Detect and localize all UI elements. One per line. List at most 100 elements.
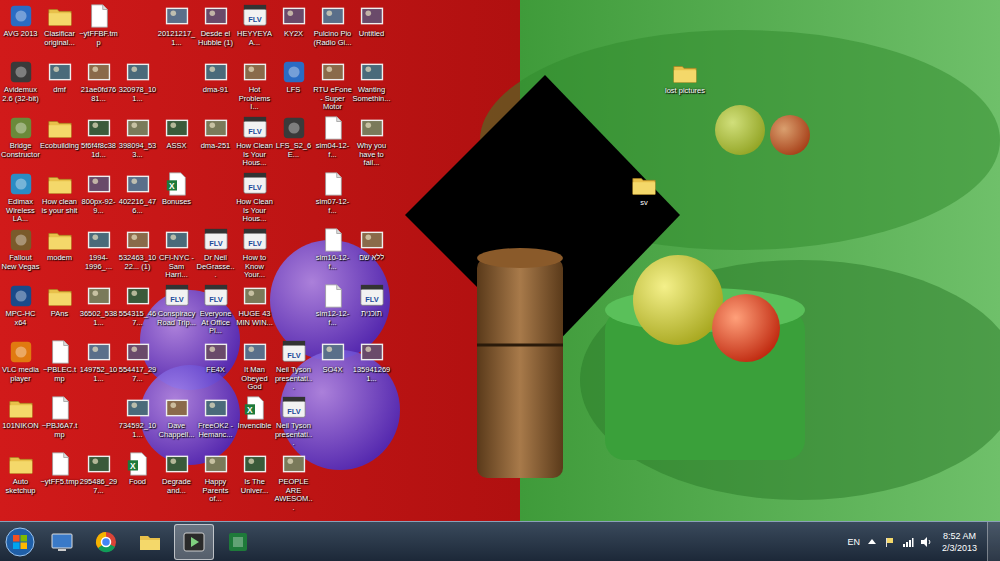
desktop-icon[interactable]: FLVNeil Tyson presentati... <box>274 339 313 395</box>
desktop-icon[interactable]: sim07-12-f... <box>313 171 352 227</box>
desktop-icon[interactable]: RTU eFone - Super Motor <box>313 59 352 115</box>
taskbar-button[interactable] <box>218 524 258 560</box>
desktop-icon[interactable]: ~ytFFBF.tmp <box>79 3 118 59</box>
desktop-icon[interactable]: sim12-12-f... <box>313 283 352 339</box>
desktop-icon[interactable]: ללא שם <box>352 227 391 283</box>
desktop-icon[interactable]: 554417_297... <box>118 339 157 395</box>
sheet-icon: X <box>164 171 190 197</box>
desktop-icon[interactable]: 101NIKON <box>1 395 40 451</box>
desktop-icon[interactable]: VLC media player <box>1 339 40 395</box>
desktop-icon[interactable]: Is The Univer... <box>235 451 274 507</box>
explorer-icon <box>49 529 75 555</box>
arrow-up-icon[interactable] <box>866 536 878 548</box>
desktop-icon[interactable]: FLVHEYYEYAA... <box>235 3 274 59</box>
taskbar-button[interactable] <box>130 524 170 560</box>
network-icon[interactable] <box>902 536 914 548</box>
desktop-icon[interactable]: Clasificar original... <box>40 3 79 59</box>
icon-label: dma-91 <box>196 86 235 95</box>
desktop-icon[interactable]: dma-91 <box>196 59 235 115</box>
volume-icon[interactable] <box>920 536 932 548</box>
desktop-icon[interactable]: 149752_101... <box>79 339 118 395</box>
desktop-icon[interactable]: Edimax Wireless LA... <box>1 171 40 227</box>
desktop-icon[interactable]: FLVHow Clean Is Your Hous... <box>235 171 274 227</box>
desktop-icon[interactable]: How clean is your shit <box>40 171 79 227</box>
icon-label: 21ae0fd7681... <box>79 86 118 103</box>
desktop-icon[interactable]: ASSX <box>157 115 196 171</box>
desktop-icon[interactable]: Degrade and... <box>157 451 196 507</box>
desktop-icon[interactable]: ~PBLEC.tmp <box>40 339 79 395</box>
desktop-icon[interactable]: dmf <box>40 59 79 115</box>
desktop-icon[interactable]: 800px-92-9... <box>79 171 118 227</box>
desktop-icon[interactable]: CFI-NYC - Sam Harri... <box>157 227 196 283</box>
desktop-icon[interactable]: Fallout New Vegas <box>1 227 40 283</box>
desktop-icon[interactable]: sim04-12-f... <box>313 115 352 171</box>
desktop-icon[interactable]: XBonuses <box>157 171 196 227</box>
desktop-icon[interactable]: Bridge Constructor <box>1 115 40 171</box>
desktop-icon[interactable]: PEOPLE ARE AWESOM... <box>274 451 313 507</box>
language-indicator[interactable]: EN <box>847 537 860 547</box>
desktop-icon[interactable]: LFS <box>274 59 313 115</box>
desktop-icon[interactable]: Pulcino Pio (Radio Gi... <box>313 3 352 59</box>
desktop-icon[interactable]: 554315_467... <box>118 283 157 339</box>
desktop-icon[interactable]: 20121217_1... <box>157 3 196 59</box>
desktop-icon[interactable]: lost pictures <box>663 60 707 96</box>
desktop-icon[interactable]: KY2X <box>274 3 313 59</box>
taskbar-button[interactable] <box>86 524 126 560</box>
desktop-icon[interactable]: FLVConspiracy Road Trip... <box>157 283 196 339</box>
desktop-icon[interactable]: Untitled <box>352 3 391 59</box>
desktop-icon[interactable]: 295486_297... <box>79 451 118 507</box>
flag-icon[interactable] <box>884 536 896 548</box>
desktop-icon[interactable]: Avidemux 2.6 (32-bit) <box>1 59 40 115</box>
desktop-icon[interactable]: FLVHow Clean Is Your Hous... <box>235 115 274 171</box>
desktop-icon[interactable]: Dave Chappell... <box>157 395 196 451</box>
desktop-icon[interactable]: ~ytFF5.tmp <box>40 451 79 507</box>
desktop-icon[interactable]: LFS_S2_6E... <box>274 115 313 171</box>
desktop-icon[interactable]: 402216_476... <box>118 171 157 227</box>
taskbar-button[interactable] <box>42 524 82 560</box>
desktop-icon[interactable]: 532463_1022... (1) <box>118 227 157 283</box>
desktop-icon[interactable]: SO4X <box>313 339 352 395</box>
taskbar-button[interactable] <box>174 524 214 560</box>
desktop-icon[interactable]: It Man Obeyed God <box>235 339 274 395</box>
desktop-icon[interactable]: FreeOK2 - Hemanc... <box>196 395 235 451</box>
desktop-icon[interactable]: sim10-12-f... <box>313 227 352 283</box>
desktop-icon[interactable]: FLVDr Neil DeGrasse... <box>196 227 235 283</box>
desktop-icon[interactable]: HUGE 43 MIN WIN... <box>235 283 274 339</box>
clock[interactable]: 8:52 AM2/3/2013 <box>938 530 981 554</box>
desktop-icon[interactable]: 1994-1996_... <box>79 227 118 283</box>
desktop-icon[interactable]: 21ae0fd7681... <box>79 59 118 115</box>
desktop-icon[interactable]: FLVHow to Know Your... <box>235 227 274 283</box>
desktop-icon[interactable]: 36502_5381... <box>79 283 118 339</box>
desktop-icon[interactable]: FLVתוכנית <box>352 283 391 339</box>
desktop-icon[interactable]: Happy Parents of... <box>196 451 235 507</box>
desktop-icon[interactable]: FE4X <box>196 339 235 395</box>
desktop-icon[interactable]: XInvencible <box>235 395 274 451</box>
desktop-icon[interactable]: ~PBJ6A7.tmp <box>40 395 79 451</box>
desktop-icon[interactable]: Auto sketchup <box>1 451 40 507</box>
show-desktop-button[interactable] <box>987 522 1000 561</box>
desktop-icon[interactable]: 5f6f4f8c381d... <box>79 115 118 171</box>
start-button[interactable] <box>2 523 38 561</box>
desktop-icon[interactable]: Wanting Somethin... <box>352 59 391 115</box>
media-icon <box>181 529 207 555</box>
desktop-icon[interactable]: 1359412691... <box>352 339 391 395</box>
desktop-icon[interactable]: 734592_101... <box>118 395 157 451</box>
folder-icon <box>672 60 698 86</box>
desktop-icon[interactable]: FLVNeil Tyson presentati... <box>274 395 313 451</box>
desktop-icon[interactable]: sv <box>622 172 666 208</box>
desktop-icon[interactable]: Why you have to fail... <box>352 115 391 171</box>
desktop-icon[interactable]: XFood <box>118 451 157 507</box>
desktop-icon[interactable]: modem <box>40 227 79 283</box>
desktop-icon[interactable]: PAns <box>40 283 79 339</box>
desktop-icon[interactable]: AVG 2013 <box>1 3 40 59</box>
desktop-icon[interactable]: Desde el Hubble (1) <box>196 3 235 59</box>
desktop-icon[interactable]: 320978_101... <box>118 59 157 115</box>
desktop-icon[interactable]: dma-251 <box>196 115 235 171</box>
desktop-icon[interactable]: 398094_533... <box>118 115 157 171</box>
folder-icon <box>631 172 657 198</box>
desktop-icon[interactable]: MPC-HC x64 <box>1 283 40 339</box>
icon-label: sim10-12-f... <box>313 254 352 271</box>
desktop-icon[interactable]: FLVEveryone At Office Pl... <box>196 283 235 339</box>
desktop-icon[interactable]: Ecobuilding <box>40 115 79 171</box>
desktop-icon[interactable]: Hot Problems I... <box>235 59 274 115</box>
